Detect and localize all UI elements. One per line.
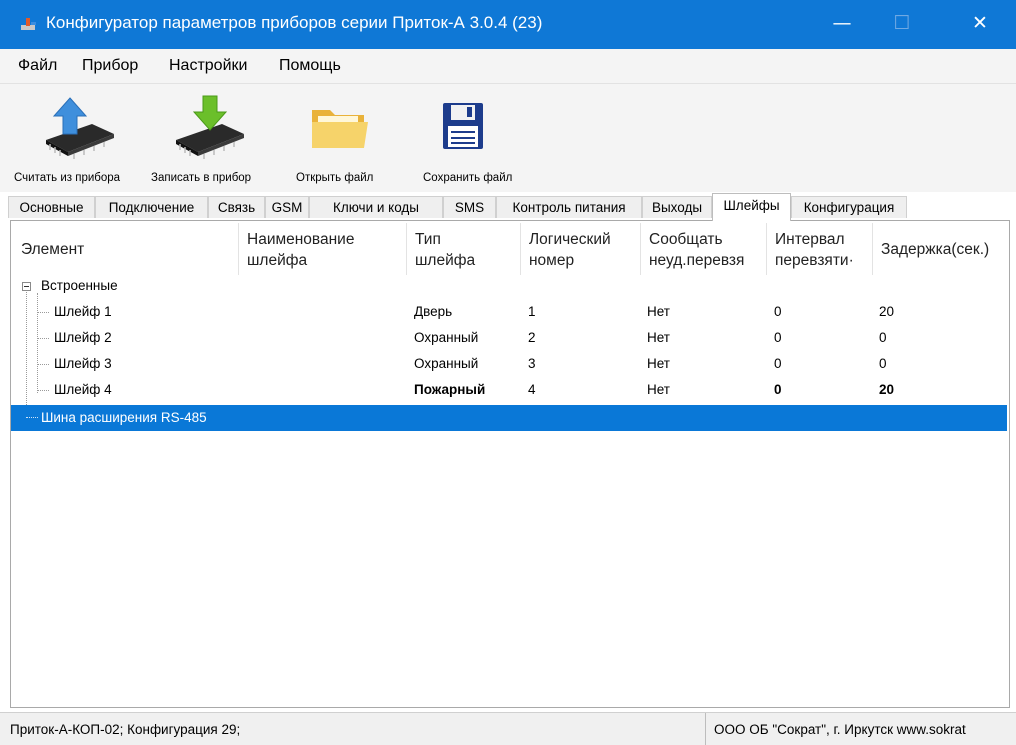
chip-upload-icon xyxy=(46,97,114,159)
logical-number: 1 xyxy=(528,304,536,319)
tab-sms[interactable]: SMS xyxy=(443,196,496,218)
loop-name: Шлейф 2 xyxy=(54,330,112,345)
read-from-device-label: Считать из прибора xyxy=(14,172,121,184)
menu-help[interactable]: Помощь xyxy=(279,57,341,75)
col-report-rearm[interactable]: Сообщать неуд.перевзя xyxy=(641,223,767,275)
loop-name: Шлейф 1 xyxy=(54,304,112,319)
tab-strip: Основные Подключение Связь GSM Ключи и к… xyxy=(8,193,1008,221)
tree-line xyxy=(37,364,49,365)
col-loop-name[interactable]: Наименование шлейфа xyxy=(239,223,407,275)
loop-type: Охранный xyxy=(414,356,479,371)
table-row[interactable]: Шлейф 3 Охранный 3 Нет 0 0 xyxy=(11,351,1007,377)
save-file-label: Сохранить файл xyxy=(423,172,513,184)
rearm-interval: 0 xyxy=(774,304,782,319)
group-label: Встроенные xyxy=(41,278,118,293)
tree-line xyxy=(26,417,38,418)
floppy-disk-icon xyxy=(443,103,483,149)
close-icon: ✕ xyxy=(972,12,988,34)
maximize-icon: ☐ xyxy=(893,12,911,34)
col-element[interactable]: Элемент xyxy=(13,223,239,275)
status-bar: Приток-А-КОП-02; Конфигурация 29; ООО ОБ… xyxy=(0,712,1016,745)
table-row[interactable]: Шлейф 1 Дверь 1 Нет 0 20 xyxy=(11,299,1007,325)
loop-name: Шлейф 3 xyxy=(54,356,112,371)
logical-number: 3 xyxy=(528,356,536,371)
delay: 20 xyxy=(879,304,895,319)
minimize-icon: — xyxy=(832,12,852,34)
minimize-button[interactable]: — xyxy=(812,0,872,49)
window-title: Конфигуратор параметров приборов серии П… xyxy=(46,13,543,32)
table-row[interactable]: Шлейф 2 Охранный 2 Нет 0 0 xyxy=(11,325,1007,351)
rearm-interval: 0 xyxy=(774,356,782,371)
column-header: Элемент Наименование шлейфа Тип шлейфа Л… xyxy=(13,223,1007,275)
report-rearm: Нет xyxy=(647,304,670,319)
table-row[interactable]: Шлейф 4 Пожарный 4 Нет 0 20 xyxy=(11,377,1007,403)
col-rearm-interval[interactable]: Интервал перевзяти· xyxy=(767,223,873,275)
app-icon xyxy=(21,18,36,30)
status-company-info: ООО ОБ "Сократ", г. Иркутск www.sokrat xyxy=(714,722,966,737)
tab-link[interactable]: Связь xyxy=(208,196,265,218)
col-logical-number[interactable]: Логический номер xyxy=(521,223,641,275)
title-bar: Конфигуратор параметров приборов серии П… xyxy=(0,0,1016,49)
menu-device[interactable]: Прибор xyxy=(82,57,138,75)
read-from-device-button[interactable]: Считать из прибора xyxy=(10,84,140,192)
col-loop-type[interactable]: Тип шлейфа xyxy=(407,223,521,275)
loop-name: Шлейф 4 xyxy=(54,382,112,397)
tab-outputs[interactable]: Выходы xyxy=(642,196,712,218)
collapse-icon[interactable] xyxy=(22,282,31,291)
rearm-interval: 0 xyxy=(774,382,782,397)
bus-label: Шина расширения RS-485 xyxy=(41,410,207,425)
loop-type: Охранный xyxy=(414,330,479,345)
logical-number: 4 xyxy=(528,382,536,397)
logical-number: 2 xyxy=(528,330,536,345)
maximize-button[interactable]: ☐ xyxy=(872,0,932,49)
tab-power-control[interactable]: Контроль питания xyxy=(496,196,642,218)
tab-configuration[interactable]: Конфигурация xyxy=(791,196,907,218)
loops-tree-view[interactable]: Элемент Наименование шлейфа Тип шлейфа Л… xyxy=(10,220,1010,708)
write-to-device-button[interactable]: Записать в прибор xyxy=(150,84,270,192)
tree-group-builtin[interactable]: Встроенные xyxy=(11,273,1007,299)
open-file-button[interactable]: Открыть файл xyxy=(290,84,400,192)
loop-type: Пожарный xyxy=(414,382,486,397)
rearm-interval: 0 xyxy=(774,330,782,345)
close-button[interactable]: ✕ xyxy=(950,0,1010,49)
tree-line xyxy=(37,390,49,391)
delay: 20 xyxy=(879,382,895,397)
chip-download-icon xyxy=(176,95,244,159)
loop-type: Дверь xyxy=(414,304,453,319)
write-to-device-label: Записать в прибор xyxy=(151,172,252,184)
tab-main[interactable]: Основные xyxy=(8,196,95,218)
tree-line xyxy=(37,338,49,339)
report-rearm: Нет xyxy=(647,382,670,397)
col-delay[interactable]: Задержка(сек.) xyxy=(873,223,1009,275)
menu-file[interactable]: Файл xyxy=(18,57,57,75)
save-file-button[interactable]: Сохранить файл xyxy=(416,84,536,192)
delay: 0 xyxy=(879,356,887,371)
tree-line xyxy=(37,312,49,313)
tab-keys-codes[interactable]: Ключи и коды xyxy=(309,196,443,218)
tab-connection[interactable]: Подключение xyxy=(95,196,208,218)
tab-loops[interactable]: Шлейфы xyxy=(712,193,791,221)
tree-item-rs485-bus[interactable]: Шина расширения RS-485 xyxy=(11,405,1007,431)
toolbar: Считать из прибора Записать в прибор Отк… xyxy=(0,84,1016,192)
tab-gsm[interactable]: GSM xyxy=(265,196,309,218)
folder-icon xyxy=(312,110,368,148)
report-rearm: Нет xyxy=(647,330,670,345)
status-device-info: Приток-А-КОП-02; Конфигурация 29; xyxy=(10,722,241,737)
report-rearm: Нет xyxy=(647,356,670,371)
menu-bar: Файл Прибор Настройки Помощь xyxy=(0,49,1016,84)
status-right-panel: ООО ОБ "Сократ", г. Иркутск www.sokrat xyxy=(706,713,1016,745)
open-file-label: Открыть файл xyxy=(296,172,374,184)
status-left-panel: Приток-А-КОП-02; Конфигурация 29; xyxy=(0,713,706,745)
delay: 0 xyxy=(879,330,887,345)
menu-settings[interactable]: Настройки xyxy=(169,57,247,75)
